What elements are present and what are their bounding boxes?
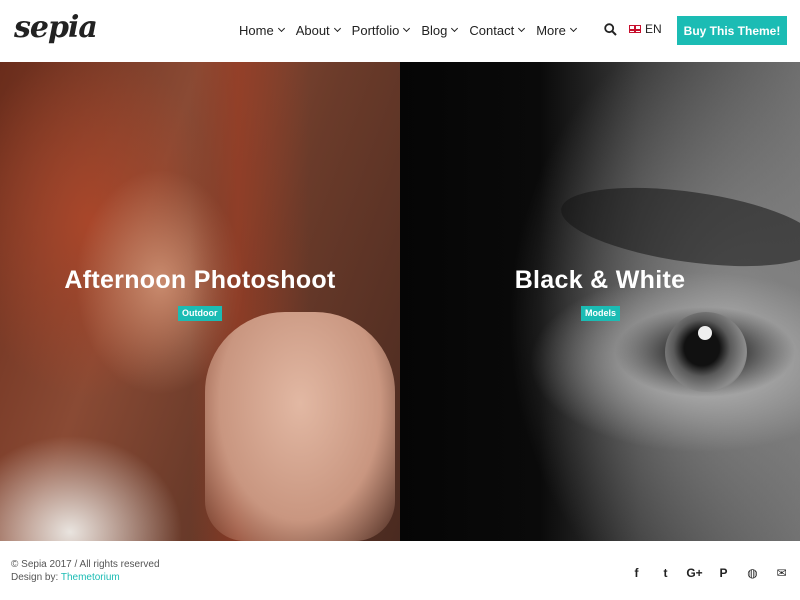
nav-item-more[interactable]: More (536, 22, 577, 38)
design-credit-prefix: Design by: (11, 572, 61, 583)
chevron-down-icon (518, 24, 526, 32)
chevron-down-icon (569, 24, 577, 32)
language-label: EN (645, 22, 662, 36)
portfolio-item-title[interactable]: Afternoon Photoshoot (0, 266, 400, 295)
portfolio-hero: Afternoon Photoshoot Outdoor Black & Whi… (0, 62, 800, 541)
copyright-text: © Sepia 2017 / All rights reserved (11, 559, 160, 570)
uk-flag-icon (629, 25, 641, 33)
nav-item-home[interactable]: Home (239, 22, 285, 38)
nav-item-label: Home (239, 22, 274, 38)
social-links: f t G+ P ◍ ✉ (622, 565, 796, 581)
facebook-icon[interactable]: f (622, 565, 651, 581)
nav-item-label: More (536, 22, 566, 38)
nav-item-label: Blog (421, 22, 448, 38)
nav-item-about[interactable]: About (295, 22, 341, 38)
nav-item-label: Contact (469, 22, 515, 38)
site-footer: © Sepia 2017 / All rights reserved Desig… (0, 541, 800, 600)
email-icon[interactable]: ✉ (767, 565, 796, 581)
category-tag[interactable]: Models (581, 306, 621, 321)
main-nav: Home About Portfolio Blog Contact More (239, 20, 588, 40)
nav-item-contact[interactable]: Contact (469, 22, 526, 38)
design-credit: Design by: Themetorium (11, 572, 120, 583)
google-plus-icon[interactable]: G+ (680, 565, 709, 581)
chevron-down-icon (333, 24, 341, 32)
chevron-down-icon (451, 24, 459, 32)
category-tag[interactable]: Outdoor (178, 306, 222, 321)
designer-link[interactable]: Themetorium (61, 572, 120, 583)
nav-item-label: About (295, 22, 330, 38)
pinterest-icon[interactable]: P (709, 565, 738, 581)
portfolio-item-title[interactable]: Black & White (400, 266, 800, 295)
search-icon[interactable] (604, 23, 617, 36)
buy-theme-button[interactable]: Buy This Theme! (677, 16, 787, 45)
portfolio-item-black-white[interactable]: Black & White Models (400, 62, 800, 541)
chevron-down-icon (277, 24, 285, 32)
photo-detail (665, 312, 747, 392)
site-header: sepia Home About Portfolio Blog Contact … (0, 0, 800, 62)
photo-detail (698, 326, 712, 340)
portfolio-item-afternoon-photoshoot[interactable]: Afternoon Photoshoot Outdoor (0, 62, 400, 541)
photo-detail (205, 312, 395, 541)
site-logo[interactable]: sepia (14, 10, 98, 46)
twitter-icon[interactable]: t (651, 565, 680, 581)
chevron-down-icon (403, 24, 411, 32)
dribbble-icon[interactable]: ◍ (738, 565, 767, 581)
language-switcher[interactable]: EN (629, 22, 662, 36)
nav-item-portfolio[interactable]: Portfolio (351, 22, 411, 38)
photo-detail (556, 174, 800, 280)
nav-item-label: Portfolio (351, 22, 400, 38)
nav-item-blog[interactable]: Blog (421, 22, 459, 38)
